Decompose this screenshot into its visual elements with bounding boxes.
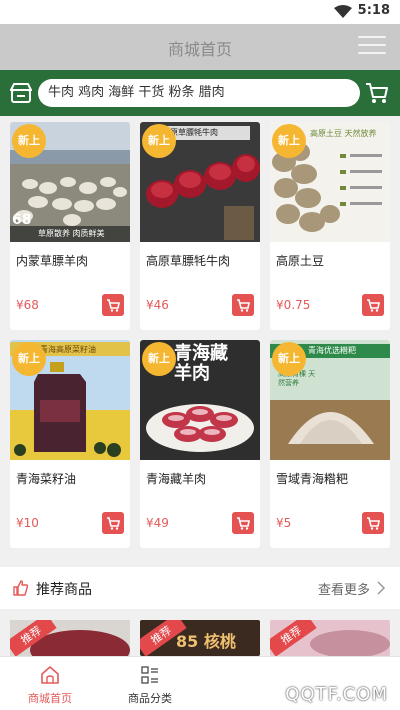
new-badge: 新上 — [272, 342, 306, 376]
search-bar: 牛肉 鸡肉 海鲜 干货 粉条 腊肉 — [0, 70, 400, 116]
new-badge: 新上 — [142, 342, 176, 376]
add-to-cart-button[interactable] — [362, 294, 384, 316]
chevron-right-icon[interactable] — [376, 581, 386, 595]
product-name[interactable]: 雪域青海糌粑 — [276, 470, 348, 487]
new-badge: 新上 — [142, 124, 176, 158]
add-to-cart-button[interactable] — [102, 512, 124, 534]
add-to-cart-button[interactable] — [232, 512, 254, 534]
cart-icon — [107, 517, 120, 530]
image-number: 68 — [12, 212, 32, 228]
tab-categories-label: 商品分类 — [128, 692, 172, 705]
app-header: 商城首页 — [0, 24, 400, 70]
view-more-link[interactable]: 查看更多 — [318, 579, 370, 598]
product-name[interactable]: 高原土豆 — [276, 252, 324, 269]
image-caption: 草原散养 肉质鲜美 — [38, 229, 105, 238]
cart-icon — [237, 517, 250, 530]
wifi-icon — [334, 5, 352, 18]
cart-icon[interactable] — [364, 80, 390, 106]
status-time: 5:18 — [357, 3, 390, 18]
store-icon[interactable] — [10, 82, 32, 104]
recommend-section-header: 推荐商品 查看更多 — [0, 567, 400, 609]
new-badge: 新上 — [12, 342, 46, 376]
cart-icon — [367, 517, 380, 530]
menu-icon[interactable] — [358, 36, 386, 58]
product-card[interactable]: 高原土豆 天然放养 新上 高原土豆 ¥0.75 — [270, 122, 390, 330]
product-name[interactable]: 高原草膘牦牛肉 — [146, 252, 230, 269]
recommend-title: 推荐商品 — [36, 582, 92, 598]
page-title: 商城首页 — [167, 40, 232, 59]
add-to-cart-button[interactable] — [102, 294, 124, 316]
category-list-icon — [141, 666, 158, 684]
recommend-item-caption: 85 核桃 — [176, 632, 236, 651]
status-bar: 5:18 — [0, 0, 400, 24]
product-name[interactable]: 青海菜籽油 — [16, 470, 76, 487]
product-card[interactable]: 青海优选糌粑 高原青稞 天然营养 新上 雪域青海糌粑 ¥5 — [270, 340, 390, 548]
cart-icon — [107, 299, 120, 312]
recommend-item[interactable]: 推荐 85 核桃 — [140, 620, 260, 656]
thumbs-up-icon — [13, 580, 29, 596]
recommend-list: 推荐 推荐 85 核桃 推荐 — [10, 620, 390, 656]
watermark: QQTF.COM — [285, 684, 388, 705]
product-price: ¥5 — [276, 516, 292, 530]
recommend-item[interactable]: 推荐 — [270, 620, 390, 656]
add-to-cart-button[interactable] — [362, 512, 384, 534]
cart-icon — [367, 299, 380, 312]
home-icon — [41, 666, 59, 684]
product-name[interactable]: 内蒙草膘羊肉 — [16, 252, 88, 269]
image-caption: 青海优选糌粑 — [308, 346, 356, 355]
new-badge: 新上 — [12, 124, 46, 158]
image-caption: 青海高原菜籽油 — [40, 345, 96, 354]
product-card[interactable]: 68 草原散养 肉质鲜美 新上 内蒙草膘羊肉 ¥68 — [10, 122, 130, 330]
tab-home-label: 商城首页 — [28, 692, 72, 705]
add-to-cart-button[interactable] — [232, 294, 254, 316]
recommend-item[interactable]: 推荐 — [10, 620, 130, 656]
tab-home[interactable]: 商城首页 — [0, 657, 100, 710]
search-input[interactable]: 牛肉 鸡肉 海鲜 干货 粉条 腊肉 — [38, 79, 360, 107]
product-card[interactable]: 青海高原菜籽油 新上 青海菜籽油 ¥10 — [10, 340, 130, 548]
tab-categories[interactable]: 商品分类 — [100, 657, 200, 710]
product-price: ¥49 — [146, 516, 169, 530]
product-card[interactable]: 草原草膘牦牛肉 新上 高原草膘牦牛肉 ¥46 — [140, 122, 260, 330]
image-caption: 青海藏羊肉 — [174, 343, 228, 384]
product-price: ¥0.75 — [276, 298, 311, 312]
image-caption: 高原土豆 天然放养 — [310, 129, 377, 138]
new-badge: 新上 — [272, 124, 306, 158]
product-price: ¥68 — [16, 298, 39, 312]
product-card[interactable]: 青海藏羊肉 新上 青海藏羊肉 ¥49 — [140, 340, 260, 548]
product-price: ¥10 — [16, 516, 39, 530]
product-price: ¥46 — [146, 298, 169, 312]
product-name[interactable]: 青海藏羊肉 — [146, 470, 206, 487]
cart-icon — [237, 299, 250, 312]
